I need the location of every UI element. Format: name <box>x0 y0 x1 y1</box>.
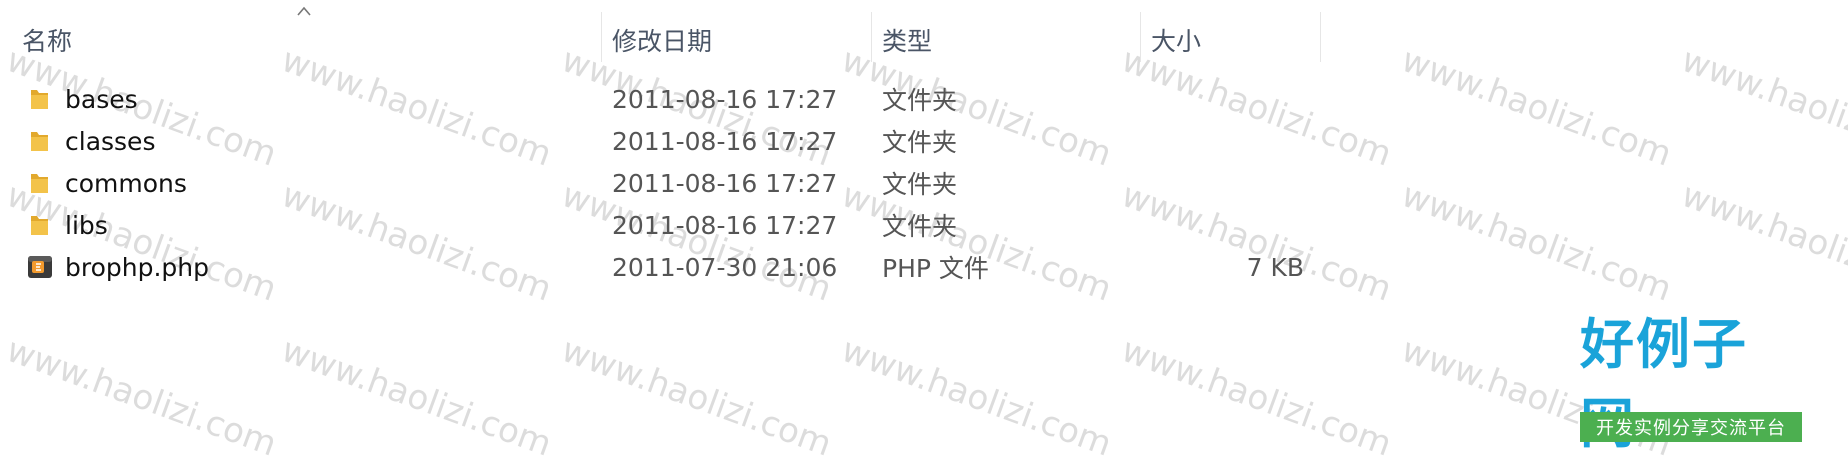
file-modified-date: 2011-07-30 21:06 <box>612 252 838 282</box>
column-header-date[interactable]: 修改日期 <box>612 20 862 60</box>
sort-ascending-icon[interactable] <box>297 6 311 16</box>
file-modified-date: 2011-08-16 17:27 <box>612 210 838 240</box>
column-header-date-label: 修改日期 <box>612 27 713 56</box>
file-name: classes <box>65 126 156 156</box>
file-type: PHP 文件 <box>882 254 989 283</box>
file-modified-date: 2011-08-16 17:27 <box>612 126 838 156</box>
watermark-text: www.haolizi.com <box>556 330 837 465</box>
folder-icon <box>31 216 48 235</box>
file-size: 7 KB <box>1246 252 1304 282</box>
file-size <box>1150 120 1304 162</box>
watermark-text: www.haolizi.com <box>1 330 282 465</box>
column-header-type[interactable]: 类型 <box>882 20 1132 60</box>
php-file-icon <box>28 256 52 278</box>
file-row[interactable]: brophp.php 2011-07-30 21:06 PHP 文件 7 KB <box>0 246 1400 288</box>
file-row[interactable]: classes 2011-08-16 17:27 文件夹 <box>0 120 1400 162</box>
column-divider[interactable] <box>1320 12 1321 62</box>
file-row[interactable]: commons 2011-08-16 17:27 文件夹 <box>0 162 1400 204</box>
folder-icon <box>31 90 48 109</box>
file-modified-date: 2011-08-16 17:27 <box>612 84 838 114</box>
logo-title: 好例子网 <box>1580 313 1748 455</box>
column-divider[interactable] <box>601 12 602 62</box>
file-size <box>1150 162 1304 204</box>
file-name: bases <box>65 84 138 114</box>
column-header-bar: 名称 修改日期 类型 大小 <box>0 0 1848 72</box>
folder-icon <box>31 132 48 151</box>
file-type: 文件夹 <box>882 170 958 199</box>
watermark-text: www.haolizi.com <box>836 330 1117 465</box>
file-name: commons <box>65 168 187 198</box>
file-type: 文件夹 <box>882 86 958 115</box>
column-header-type-label: 类型 <box>882 27 933 56</box>
column-divider[interactable] <box>1140 12 1141 62</box>
watermark-text: www.haolizi.com <box>1676 175 1848 310</box>
file-modified-date: 2011-08-16 17:27 <box>612 168 838 198</box>
column-header-size[interactable]: 大小 <box>1151 20 1311 60</box>
file-name: brophp.php <box>65 252 210 282</box>
logo-subtitle: 开发实例分享交流平台 <box>1580 412 1802 442</box>
file-row[interactable]: bases 2011-08-16 17:27 文件夹 <box>0 78 1400 120</box>
watermark-text: www.haolizi.com <box>1396 175 1677 310</box>
column-header-name[interactable]: 名称 <box>22 20 592 60</box>
site-logo: 好例子网 开发实例分享交流平台 <box>1580 313 1802 455</box>
column-header-name-label: 名称 <box>22 27 73 56</box>
file-row[interactable]: libs 2011-08-16 17:27 文件夹 <box>0 204 1400 246</box>
column-divider[interactable] <box>871 12 872 62</box>
file-size <box>1150 78 1304 120</box>
file-size <box>1150 204 1304 246</box>
watermark-text: www.haolizi.com <box>1116 330 1397 465</box>
column-header-size-label: 大小 <box>1151 27 1202 56</box>
file-name: libs <box>65 210 108 240</box>
folder-icon <box>31 174 48 193</box>
file-type: 文件夹 <box>882 212 958 241</box>
file-type: 文件夹 <box>882 128 958 157</box>
watermark-text: www.haolizi.com <box>276 330 557 465</box>
